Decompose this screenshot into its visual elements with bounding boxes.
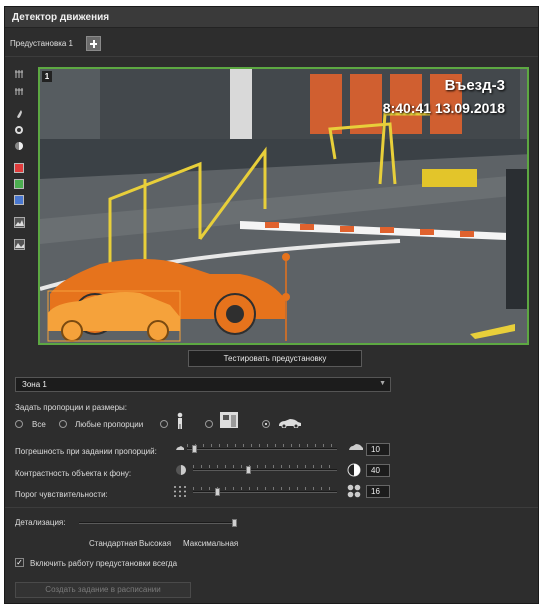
detail-level-high[interactable]: Высокая: [139, 539, 171, 548]
contrast-value[interactable]: 40: [366, 464, 390, 477]
radio-all[interactable]: [15, 420, 23, 428]
camera-preview[interactable]: 1 Въезд-3 8:40:41 13.09.2018: [38, 67, 529, 345]
brush-icon[interactable]: [13, 109, 25, 121]
slider-thumb[interactable]: [215, 488, 220, 496]
timestamp: 8:40:41 13.09.2018: [382, 100, 505, 116]
camera-name: Въезд-3: [444, 77, 505, 94]
green-color-swatch[interactable]: [14, 179, 24, 189]
slider-tolerance[interactable]: [187, 444, 337, 454]
slider-thumb[interactable]: [246, 466, 251, 474]
mask-icon[interactable]: [13, 217, 25, 229]
test-preset-button[interactable]: Тестировать предустановку: [188, 350, 362, 367]
proportions-label: Задать пропорции и размеры:: [15, 403, 128, 412]
slider-sensitivity[interactable]: [193, 487, 337, 497]
slider-thumb[interactable]: [232, 519, 237, 527]
dots-large-icon: [347, 484, 361, 500]
contrast-icon[interactable]: [13, 141, 25, 153]
radio-cargo[interactable]: [205, 420, 213, 428]
circle-icon[interactable]: [13, 125, 25, 137]
grid-small-icon[interactable]: [13, 86, 25, 98]
divider: [5, 56, 538, 57]
slider-contrast[interactable]: [193, 465, 337, 475]
zone-select-value: Зона 1: [22, 380, 47, 389]
blue-color-swatch[interactable]: [14, 195, 24, 205]
always-on-label: Включить работу предустановки всегда: [30, 559, 178, 568]
radio-all-label: Все: [32, 420, 46, 429]
schedule-task-button[interactable]: Создать задание в расписании: [15, 582, 191, 598]
always-on-checkbox[interactable]: ✓: [15, 558, 24, 567]
slider-contrast-label: Контрастность объекта к фону:: [15, 469, 132, 478]
motion-detector-window: Детектор движения Предустановка 1 1 Въез…: [4, 6, 539, 604]
detail-level-standard[interactable]: Стандартная: [89, 539, 137, 548]
channel-badge: 1: [42, 71, 52, 82]
person-icon: [175, 412, 185, 431]
grid-icon[interactable]: [13, 69, 25, 81]
tolerance-value[interactable]: 10: [366, 443, 390, 456]
slider-sensitivity-label: Порог чувствительности:: [15, 490, 108, 499]
cargo-icon: [219, 411, 239, 431]
detail-level-max[interactable]: Максимальная: [183, 539, 238, 548]
contrast-high-icon: [347, 463, 361, 479]
detail-slider[interactable]: [79, 518, 237, 528]
chevron-down-icon: ▼: [379, 380, 386, 387]
red-color-swatch[interactable]: [14, 163, 24, 173]
zone-select[interactable]: Зона 1 ▼: [15, 377, 391, 392]
image-icon[interactable]: [13, 239, 25, 251]
radio-any-proportions[interactable]: [59, 420, 67, 428]
divider: [5, 507, 538, 508]
slider-thumb[interactable]: [192, 445, 197, 453]
dots-small-icon: [173, 485, 187, 500]
detail-label: Детализация:: [15, 518, 66, 527]
contrast-low-icon: [175, 464, 187, 478]
window-title: Детектор движения: [12, 12, 110, 23]
car-icon: [277, 418, 303, 430]
radio-car[interactable]: [262, 420, 270, 428]
car-large-icon: [348, 443, 364, 453]
car-small-icon: [175, 444, 185, 453]
radio-person[interactable]: [160, 420, 168, 428]
radio-any-proportions-label: Любые пропорции: [75, 420, 144, 429]
title-bar: Детектор движения: [5, 7, 538, 28]
slider-tolerance-label: Погрешность при задании пропорций:: [15, 447, 157, 456]
add-preset-button[interactable]: [86, 36, 101, 51]
sensitivity-value[interactable]: 16: [366, 485, 390, 498]
preset-label[interactable]: Предустановка 1: [10, 39, 73, 48]
